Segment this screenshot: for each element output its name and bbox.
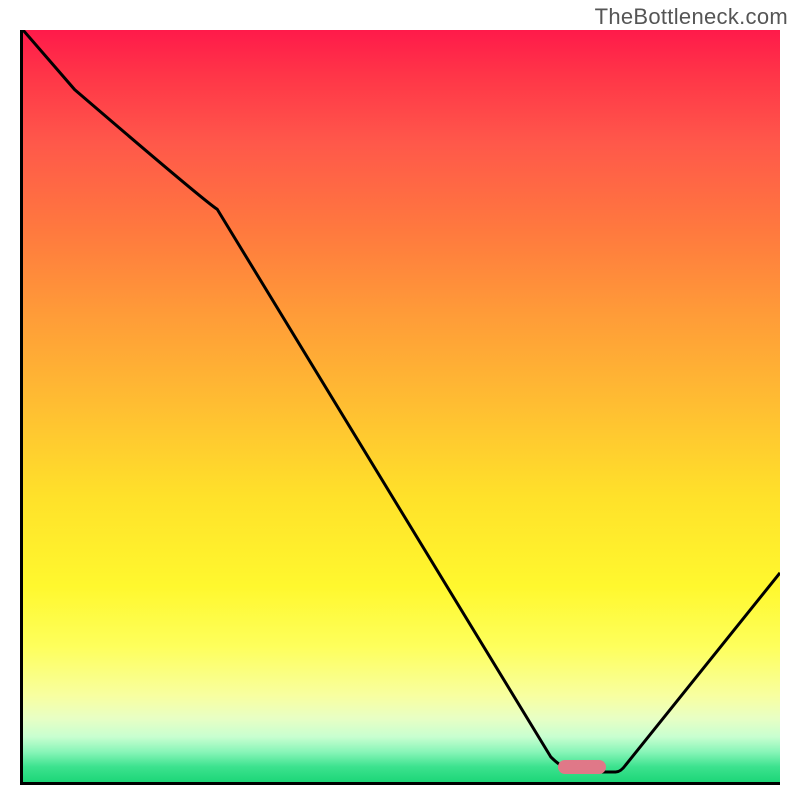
bottleneck-curve: [23, 30, 780, 772]
curve-svg: [23, 30, 780, 782]
watermark-text: TheBottleneck.com: [595, 4, 788, 30]
optimal-point-marker: [558, 760, 606, 774]
chart-axes-frame: [20, 30, 780, 785]
plot-area: [23, 30, 780, 782]
